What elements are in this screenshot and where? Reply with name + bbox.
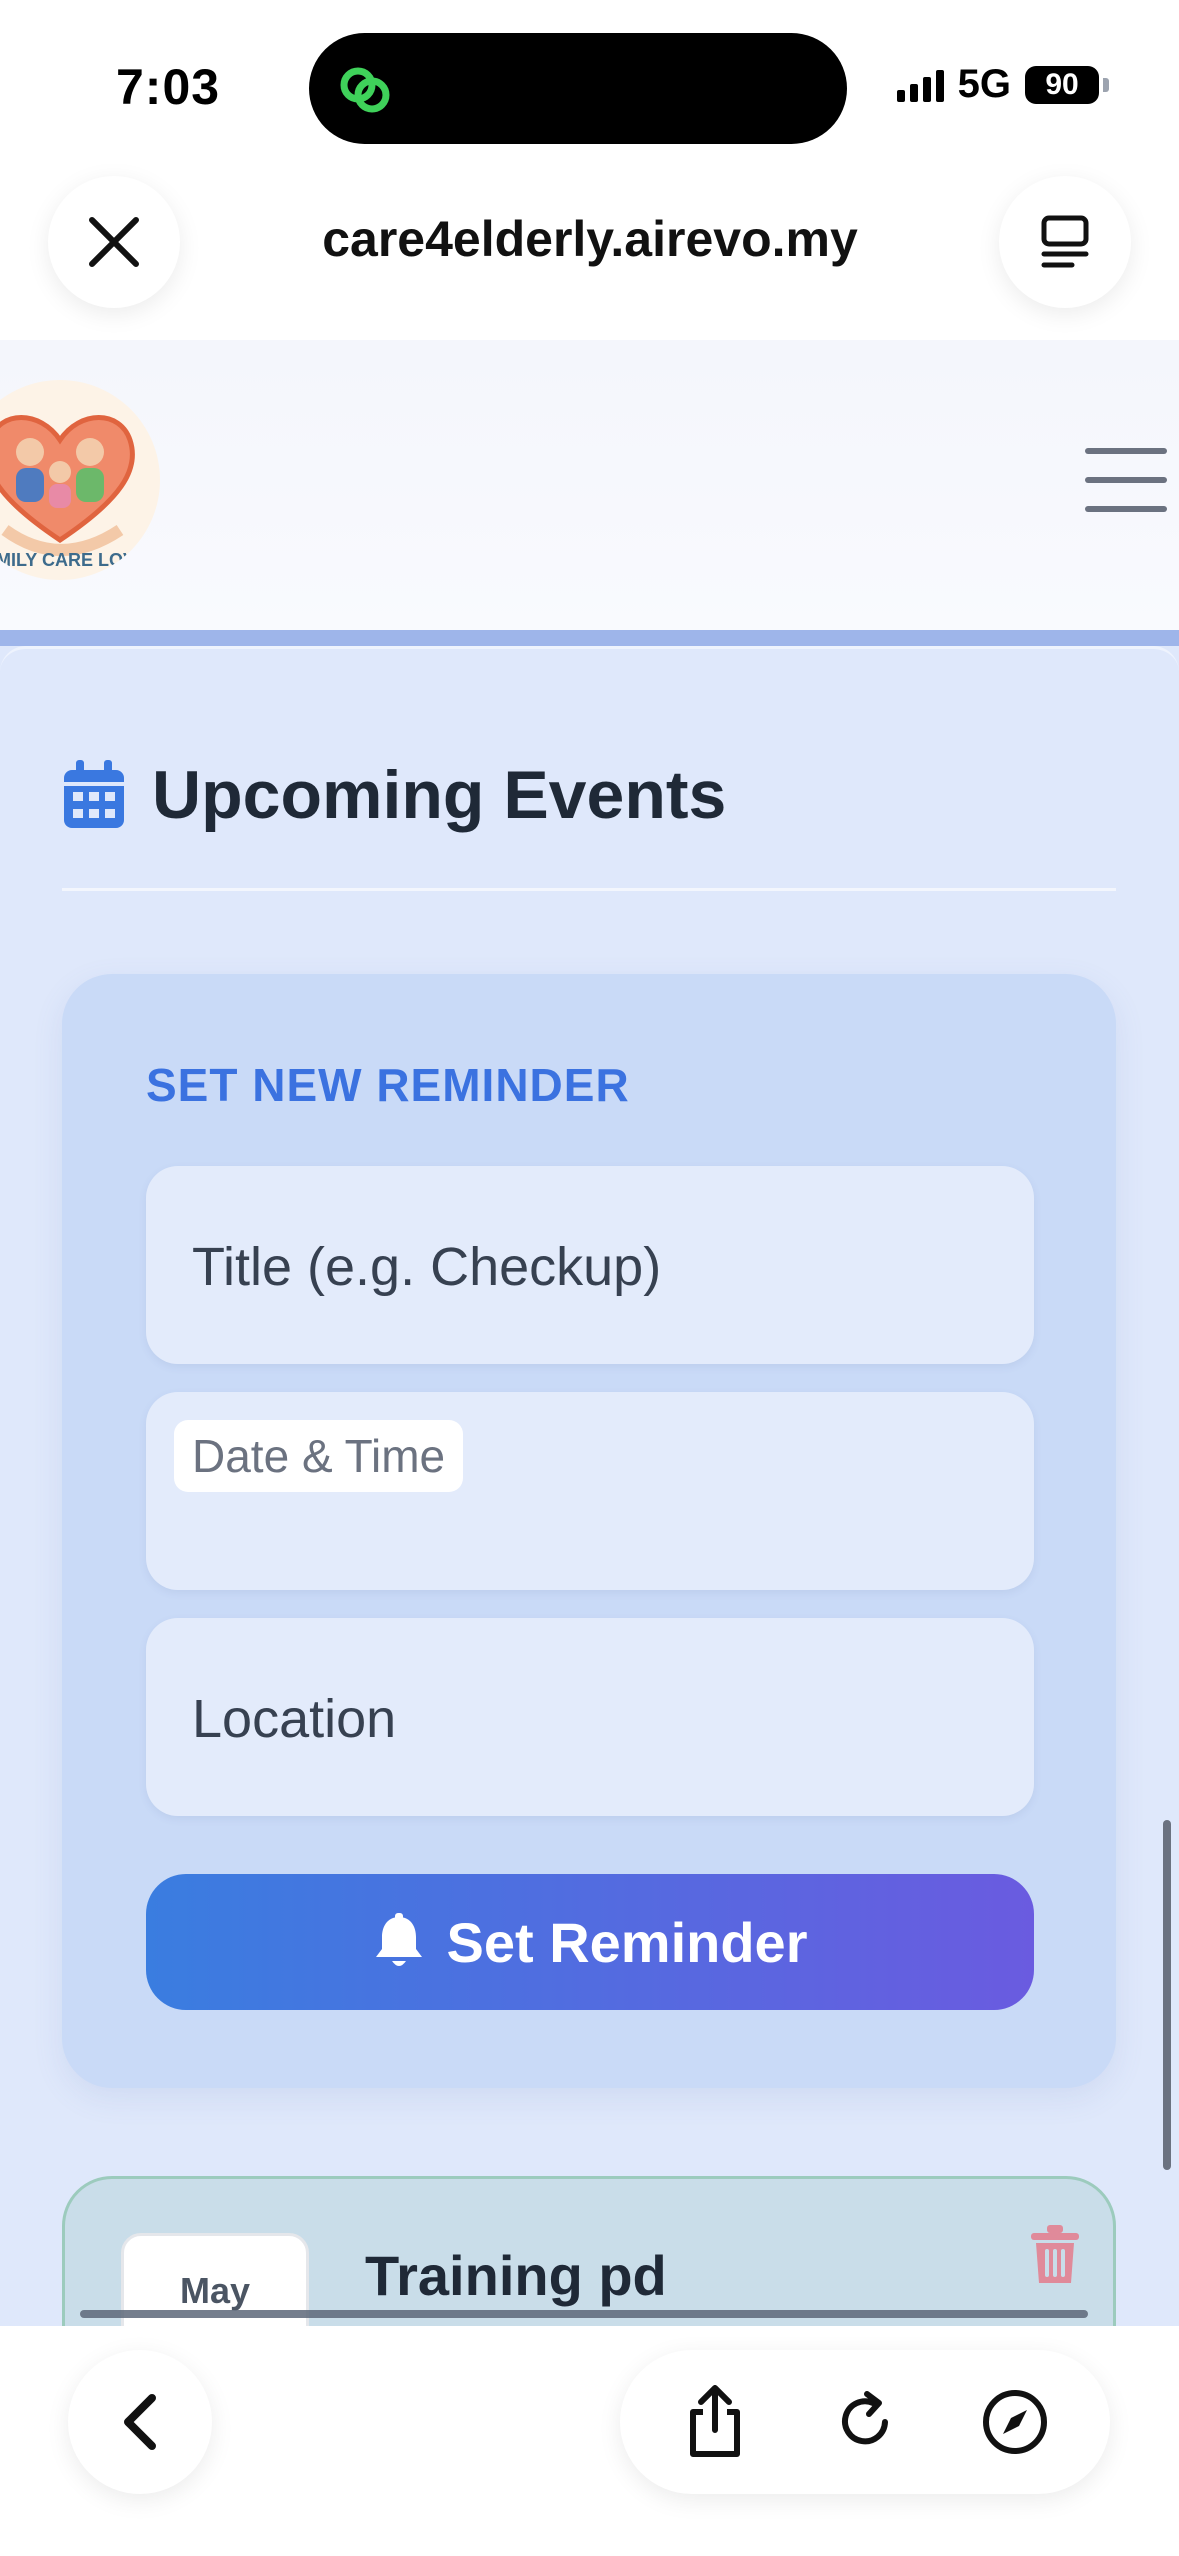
close-button[interactable] — [48, 176, 180, 308]
location-placeholder: Location — [192, 1689, 397, 1749]
network-label: 5G — [957, 62, 1011, 106]
menu-button[interactable] — [1085, 448, 1167, 512]
browser-toolbar — [0, 2326, 1179, 2556]
datetime-input[interactable]: Date & Time — [146, 1392, 1034, 1590]
event-month: May — [179, 2270, 251, 2311]
title-placeholder: Title (e.g. Checkup) — [192, 1237, 662, 1297]
close-icon — [89, 217, 139, 267]
bell-icon — [375, 1913, 422, 1966]
status-time: 7:03 — [116, 59, 221, 115]
status-indicators: 5G 90 — [896, 62, 1109, 107]
url-text[interactable]: care4elderly.airevo.my — [200, 210, 980, 268]
datetime-label: Date & Time — [174, 1420, 464, 1492]
title-input[interactable]: Title (e.g. Checkup) — [146, 1166, 1034, 1364]
toolbar-actions — [620, 2350, 1110, 2494]
location-input[interactable]: Location — [146, 1618, 1034, 1816]
set-reminder-label: Set Reminder — [446, 1910, 808, 1974]
chevron-left-icon — [124, 2394, 156, 2450]
calendar-icon — [64, 760, 124, 828]
hamburger-icon — [1085, 448, 1167, 454]
set-reminder-button[interactable]: Set Reminder — [146, 1874, 1034, 2010]
section-header: Upcoming Events — [62, 756, 726, 834]
share-icon — [690, 2385, 740, 2457]
compass-button[interactable] — [965, 2372, 1065, 2472]
signal-icon — [896, 68, 944, 102]
vertical-scrollbar[interactable] — [1163, 1820, 1171, 2170]
reader-button[interactable] — [999, 176, 1131, 308]
reader-icon — [1041, 215, 1089, 268]
compass-icon — [983, 2390, 1047, 2454]
form-heading: SET NEW REMINDER — [146, 1059, 630, 1111]
trash-icon[interactable] — [1029, 2225, 1081, 2285]
header-border — [0, 630, 1179, 646]
dynamic-island — [309, 33, 847, 144]
link-icon — [340, 67, 390, 113]
browser-url-bar: care4elderly.airevo.my — [0, 170, 1179, 340]
share-button[interactable] — [665, 2372, 765, 2472]
site-header — [0, 340, 1179, 630]
back-button[interactable] — [68, 2350, 212, 2494]
reload-icon — [842, 2391, 888, 2445]
battery-icon: 90 — [1025, 65, 1109, 104]
horizontal-scrollbar[interactable] — [80, 2310, 1088, 2318]
status-bar: 7:03 5G 90 — [0, 0, 1179, 170]
reload-button[interactable] — [815, 2372, 915, 2472]
event-title: Training pd — [365, 2244, 667, 2307]
battery-level: 90 — [1045, 67, 1079, 101]
section-title: Upcoming Events — [152, 757, 727, 833]
divider — [62, 888, 1116, 891]
